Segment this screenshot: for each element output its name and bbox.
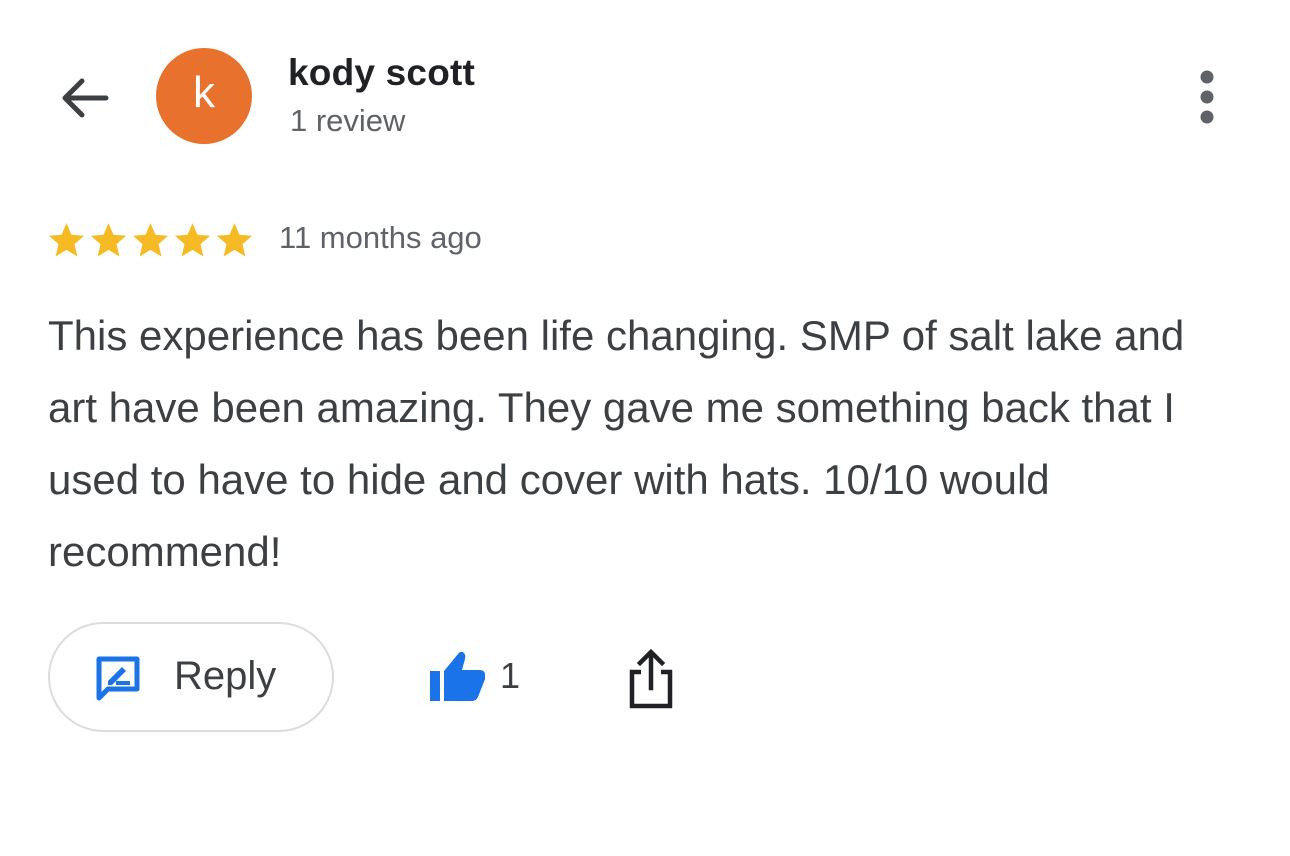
- more-options-button[interactable]: [1182, 66, 1232, 128]
- back-button[interactable]: [52, 70, 116, 126]
- review-count: 1 review: [290, 103, 406, 138]
- review-time: 11 months ago: [279, 220, 482, 255]
- reviewer-name[interactable]: kody scott: [288, 52, 475, 94]
- star-icon: [174, 222, 211, 257]
- more-vert-icon: [1200, 70, 1214, 124]
- like-count: 1: [500, 655, 521, 696]
- star-rating: [46, 218, 256, 262]
- star-icon: [48, 222, 85, 257]
- avatar[interactable]: k: [156, 48, 252, 144]
- arrow-left-icon: [62, 78, 109, 118]
- star-icon: [132, 222, 169, 257]
- thumb-up-icon: [430, 651, 485, 701]
- review-text: This experience has been life changing. …: [48, 312, 1185, 575]
- share-icon: [629, 648, 673, 709]
- avatar-initial: k: [193, 68, 215, 117]
- rate-review-icon: [96, 656, 140, 701]
- share-button[interactable]: [624, 648, 678, 710]
- star-icon: [90, 222, 127, 257]
- reply-label: Reply: [174, 654, 277, 698]
- star-icon: [216, 222, 253, 257]
- like-button[interactable]: 1: [428, 646, 520, 706]
- reply-button[interactable]: Reply: [48, 622, 334, 732]
